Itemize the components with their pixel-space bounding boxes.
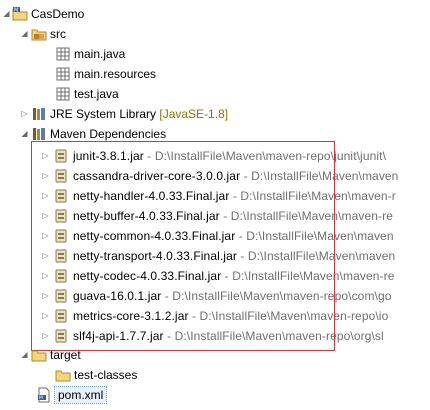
jar-icon: [53, 248, 69, 264]
jar-path: D:\InstallFile\Maven\maven-repo\io: [199, 309, 389, 323]
jar-name: guava-16.0.1.jar: [73, 289, 162, 303]
tree-item-jar[interactable]: ▷ netty-common-4.0.33.Final.jar - D:\Inst…: [0, 226, 430, 246]
jar-name: cassandra-driver-core-3.0.0.jar: [73, 169, 241, 183]
tree-item-target[interactable]: ◢ target: [0, 345, 430, 365]
jar-name: netty-transport-4.0.33.Final.jar: [73, 249, 237, 263]
jar-path: D:\InstallFile\Maven\maven-r: [240, 189, 396, 203]
package-icon: [55, 46, 71, 62]
jar-path: D:\InstallFile\Maven\maven-re: [232, 269, 395, 283]
jar-icon: [53, 148, 69, 164]
target-label: target: [50, 348, 81, 362]
tree-item-pom[interactable]: M pom.xml: [0, 385, 430, 405]
expand-arrow-icon[interactable]: ◢: [20, 124, 29, 144]
jre-version-decoration: [JavaSE-1.8]: [159, 107, 229, 121]
jar-icon: [53, 228, 69, 244]
tree-item-jar[interactable]: ▷ netty-handler-4.0.33.Final.jar - D:\Ins…: [0, 186, 430, 206]
collapse-arrow-icon[interactable]: ▷: [41, 326, 50, 346]
jar-name: netty-codec-4.0.33.Final.jar: [73, 269, 222, 283]
tree-item-maven-dependencies[interactable]: ◢ Maven Dependencies: [0, 124, 430, 144]
jar-icon: [53, 168, 69, 184]
tree-item-jar[interactable]: ▷ netty-buffer-4.0.33.Final.jar - D:\Inst…: [0, 206, 430, 226]
package-icon: [55, 66, 71, 82]
jar-path: D:\InstallFile\Maven\maven-repo\com\go: [172, 289, 392, 303]
package-label: test.java: [74, 87, 119, 101]
expand-arrow-icon[interactable]: ◢: [20, 24, 29, 44]
tree-item-package[interactable]: main.java: [0, 44, 430, 64]
library-icon: [31, 106, 47, 122]
tree-item-jar[interactable]: ▷ junit-3.8.1.jar - D:\InstallFile\Maven\…: [0, 146, 430, 166]
collapse-arrow-icon[interactable]: ▷: [41, 306, 50, 326]
tree-item-jar[interactable]: ▷ metrics-core-3.1.2.jar - D:\InstallFile…: [0, 306, 430, 326]
tree-item-test-classes[interactable]: test-classes: [0, 365, 430, 385]
jar-path: D:\InstallFile\Maven\maven-repo\org\sl: [174, 329, 384, 343]
source-folder-icon: [31, 26, 47, 42]
library-icon: [31, 126, 47, 142]
svg-text:M: M: [39, 395, 43, 401]
collapse-arrow-icon[interactable]: ▷: [41, 226, 50, 246]
tree-item-jar[interactable]: ▷ slf4j-api-1.7.7.jar - D:\InstallFile\Ma…: [0, 326, 430, 346]
jar-name: junit-3.8.1.jar: [73, 149, 144, 163]
collapse-arrow-icon[interactable]: ▷: [41, 166, 50, 186]
package-label: main.java: [74, 47, 126, 61]
package-icon: [55, 86, 71, 102]
svg-text:J: J: [16, 8, 18, 14]
jar-name: metrics-core-3.1.2.jar: [73, 309, 189, 323]
jar-separator: -: [143, 149, 155, 163]
jar-separator: -: [221, 269, 233, 283]
jar-name: netty-common-4.0.33.Final.jar: [73, 229, 236, 243]
jar-icon: [53, 188, 69, 204]
jar-separator: -: [219, 209, 231, 223]
collapse-arrow-icon[interactable]: ▷: [41, 286, 50, 306]
project-name: CasDemo: [31, 7, 85, 21]
jar-separator: -: [235, 229, 247, 243]
collapse-arrow-icon[interactable]: ▷: [41, 186, 50, 206]
jar-path: D:\InstallFile\Maven\maven: [251, 169, 399, 183]
jar-icon: [53, 208, 69, 224]
pom-label: pom.xml: [54, 386, 108, 404]
test-classes-label: test-classes: [74, 368, 138, 382]
jar-icon: [53, 308, 69, 324]
maven-dependencies-label: Maven Dependencies: [50, 127, 167, 141]
tree-item-jar[interactable]: ▷ guava-16.0.1.jar - D:\InstallFile\Maven…: [0, 286, 430, 306]
jar-icon: [53, 328, 69, 344]
jar-separator: -: [240, 169, 252, 183]
package-label: main.resources: [74, 67, 157, 81]
collapse-arrow-icon[interactable]: ▷: [41, 266, 50, 286]
jar-icon: [53, 268, 69, 284]
collapse-arrow-icon[interactable]: ▷: [20, 104, 29, 124]
tree-item-package[interactable]: test.java: [0, 84, 430, 104]
jar-separator: -: [188, 309, 200, 323]
jar-path: D:\InstallFile\Maven\maven: [246, 229, 394, 243]
collapse-arrow-icon[interactable]: ▷: [41, 206, 50, 226]
expand-arrow-icon[interactable]: ◢: [2, 4, 11, 24]
tree-item-src[interactable]: ◢ src: [0, 24, 430, 44]
jar-name: netty-buffer-4.0.33.Final.jar: [73, 209, 220, 223]
src-label: src: [50, 27, 66, 41]
jar-path: D:\InstallFile\Maven\maven: [247, 249, 396, 263]
jar-separator: -: [229, 189, 241, 203]
tree-item-project[interactable]: ◢ M J CasDemo: [0, 4, 430, 24]
tree-item-package[interactable]: main.resources: [0, 64, 430, 84]
collapse-arrow-icon[interactable]: ▷: [41, 146, 50, 166]
jar-name: netty-handler-4.0.33.Final.jar: [73, 189, 230, 203]
xml-file-icon: M: [36, 387, 52, 403]
jar-separator: -: [236, 249, 248, 263]
tree-item-jar[interactable]: ▷ netty-codec-4.0.33.Final.jar - D:\Insta…: [0, 266, 430, 286]
tree-item-jar[interactable]: ▷ netty-transport-4.0.33.Final.jar - D:\I…: [0, 246, 430, 266]
jar-path: D:\InstallFile\Maven\maven-repo\junit\ju…: [154, 149, 387, 163]
jre-label: JRE System Library: [50, 107, 157, 121]
collapse-arrow-icon[interactable]: ▷: [41, 246, 50, 266]
expand-arrow-icon[interactable]: ◢: [20, 345, 29, 365]
folder-icon: [31, 347, 47, 363]
jar-separator: -: [163, 329, 175, 343]
tree-item-jre[interactable]: ▷ JRE System Library [JavaSE-1.8]: [0, 104, 430, 124]
jar-icon: [53, 288, 69, 304]
jar-separator: -: [161, 289, 173, 303]
tree-item-jar[interactable]: ▷ cassandra-driver-core-3.0.0.jar - D:\In…: [0, 166, 430, 186]
jar-path: D:\InstallFile\Maven\maven-re: [230, 209, 394, 223]
folder-icon: [55, 367, 71, 383]
maven-project-icon: M J: [12, 6, 28, 22]
jar-name: slf4j-api-1.7.7.jar: [73, 329, 164, 343]
